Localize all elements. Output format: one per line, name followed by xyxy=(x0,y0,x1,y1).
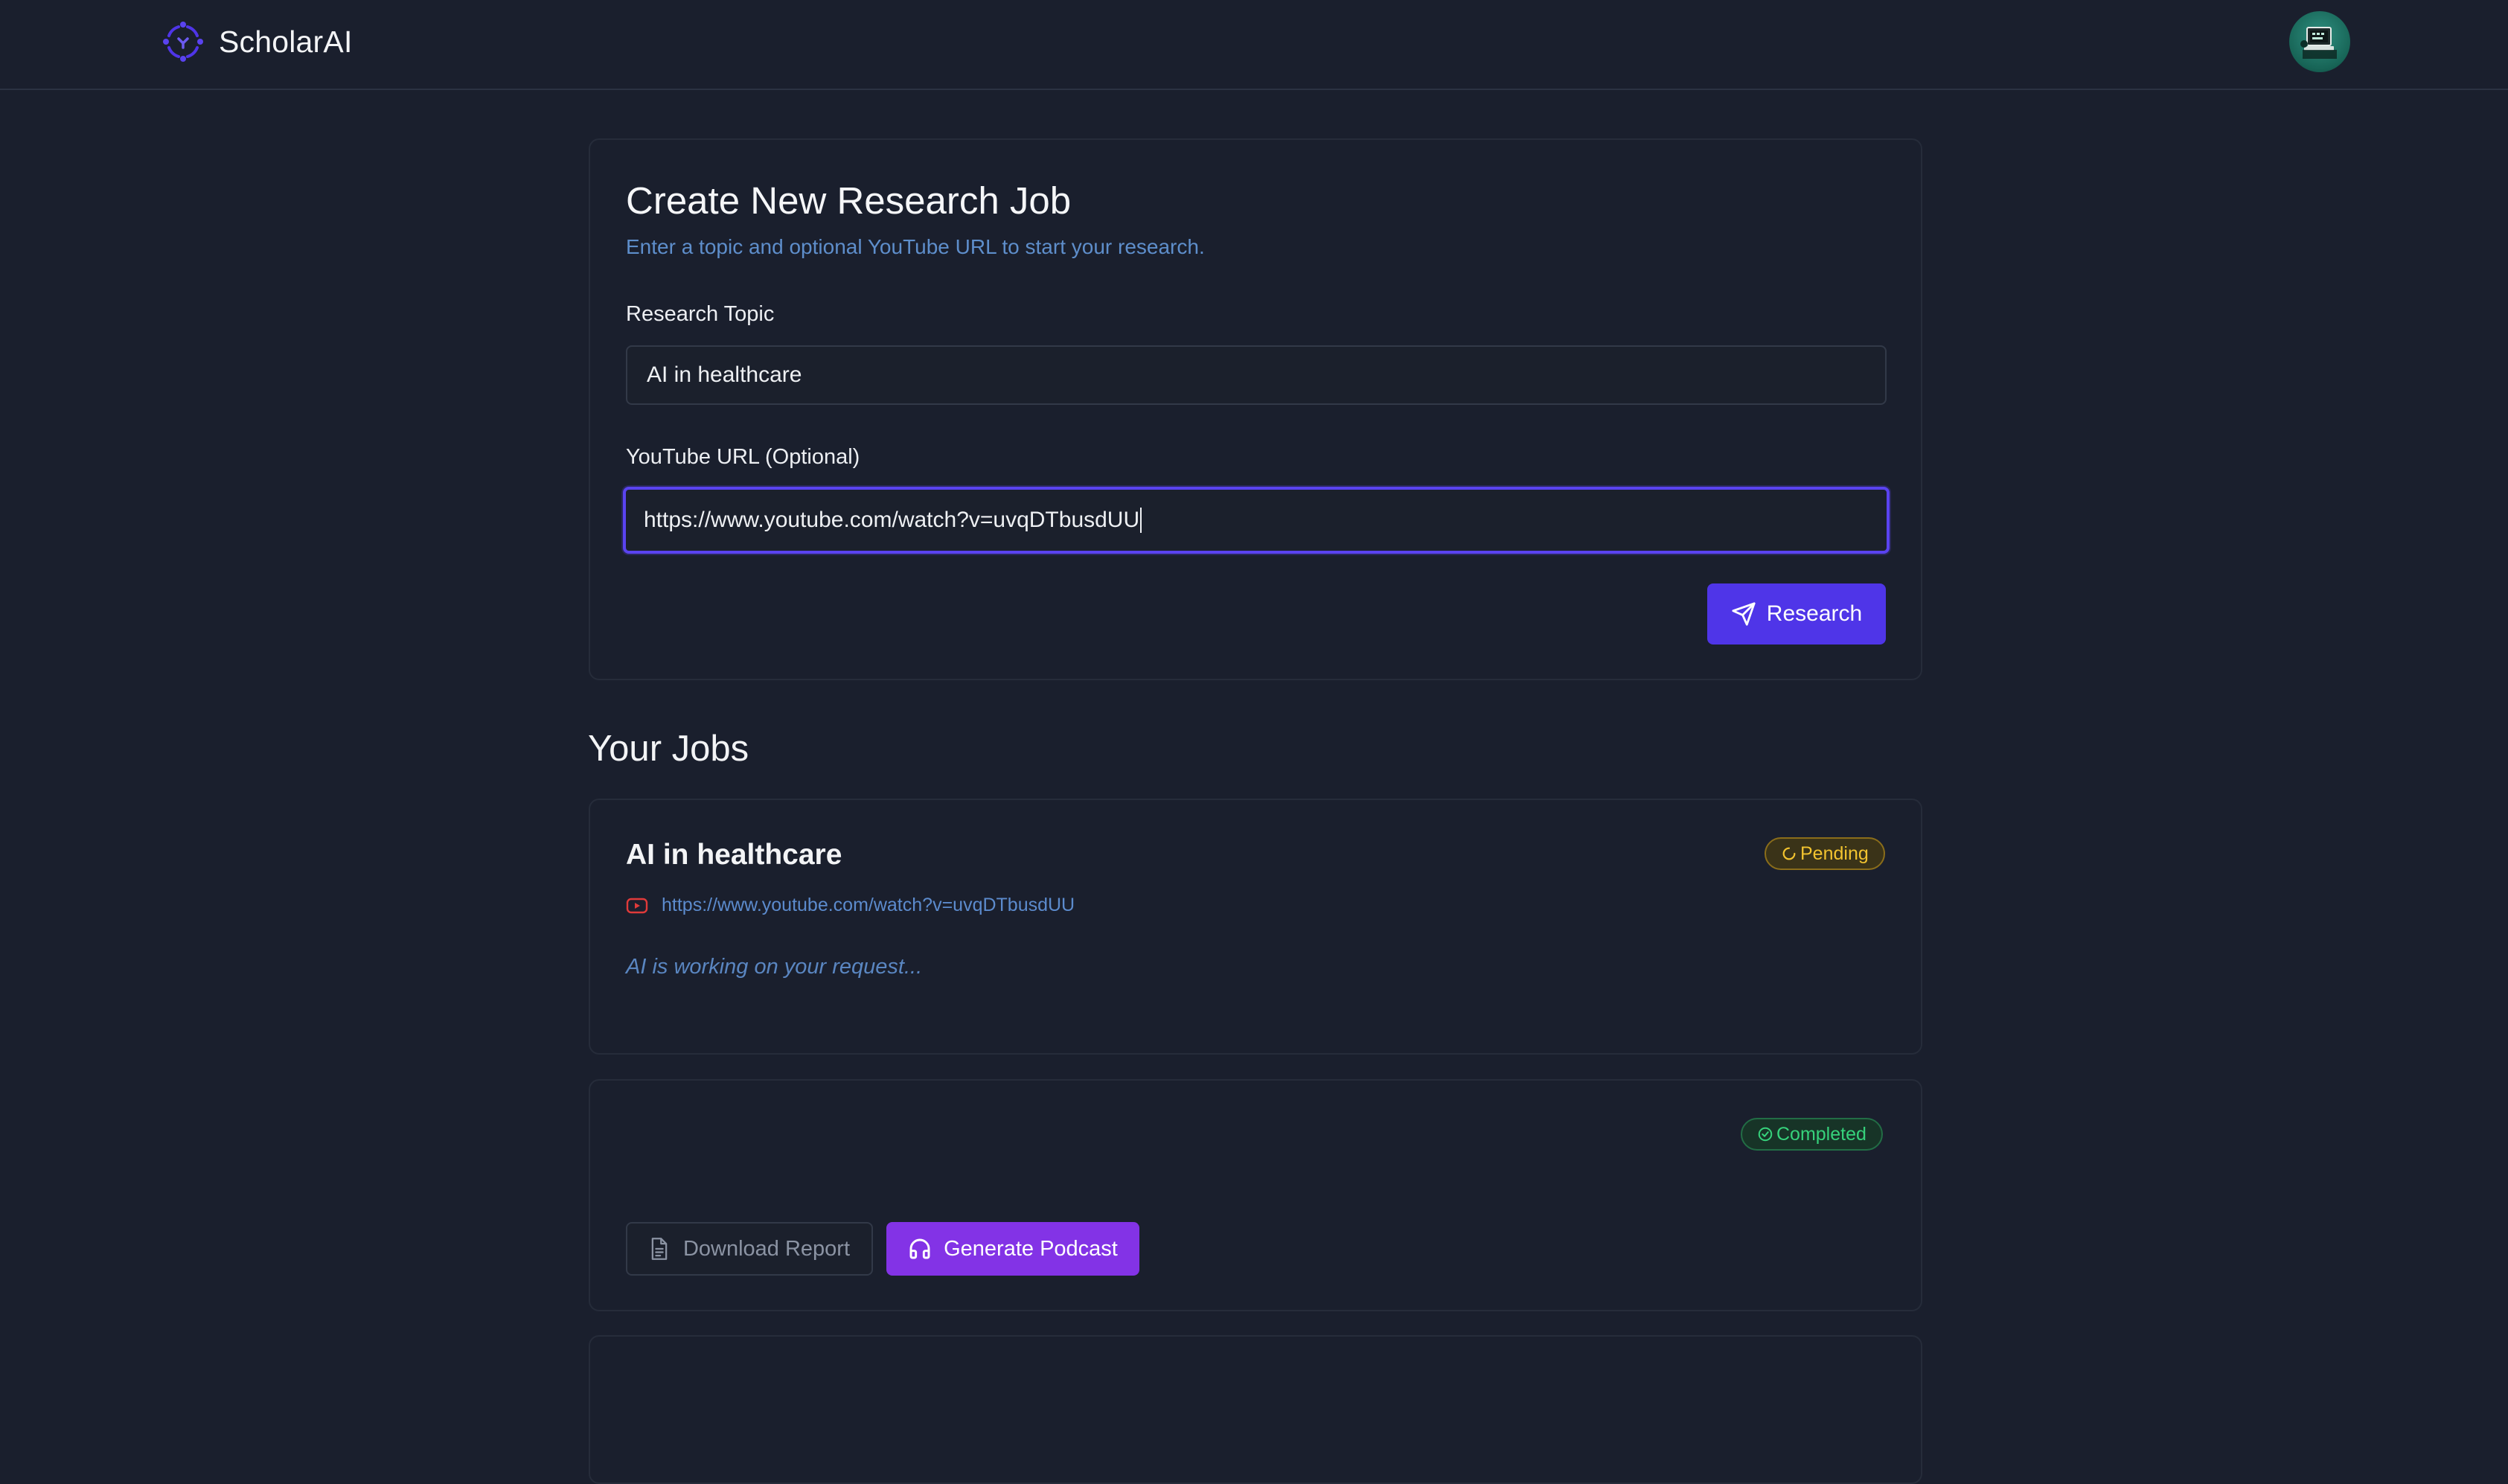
status-badge-completed: Completed xyxy=(1741,1118,1883,1151)
generate-podcast-button[interactable]: Generate Podcast xyxy=(886,1222,1139,1276)
generate-podcast-label: Generate Podcast xyxy=(944,1236,1118,1261)
file-icon xyxy=(651,1238,668,1260)
scholarai-logo-icon xyxy=(163,22,203,62)
job-card xyxy=(589,1335,1922,1484)
job-card: AI in healthcare Pending https://www.you… xyxy=(589,799,1922,1055)
job-progress-note: AI is working on your request... xyxy=(626,955,923,979)
youtube-url-input[interactable]: https://www.youtube.com/watch?v=uvqDTbus… xyxy=(623,487,1890,554)
research-topic-input[interactable]: AI in healthcare xyxy=(626,345,1887,405)
spinner-icon xyxy=(1782,847,1796,860)
app-name: ScholarAI xyxy=(219,24,353,59)
research-topic-label: Research Topic xyxy=(626,302,775,326)
send-icon xyxy=(1732,602,1756,626)
status-badge-pending: Pending xyxy=(1765,837,1885,870)
your-jobs-heading: Your Jobs xyxy=(588,729,749,769)
status-text: Completed xyxy=(1776,1123,1866,1145)
youtube-url-value: https://www.youtube.com/watch?v=uvqDTbus… xyxy=(644,508,1140,532)
youtube-icon xyxy=(626,898,648,913)
brand-logo[interactable]: ScholarAI xyxy=(162,21,353,63)
research-topic-value: AI in healthcare xyxy=(647,362,802,387)
job-card: Completed Download Report Generate Podca… xyxy=(589,1079,1922,1311)
top-nav: ScholarAI xyxy=(0,0,2508,90)
create-job-card: Create New Research Job Enter a topic an… xyxy=(589,138,1922,680)
youtube-url-label: YouTube URL (Optional) xyxy=(626,445,860,469)
research-button-label: Research xyxy=(1766,601,1863,626)
user-avatar[interactable] xyxy=(2289,11,2350,72)
job-video-link[interactable]: https://www.youtube.com/watch?v=uvqDTbus… xyxy=(662,895,1075,916)
check-circle-icon xyxy=(1758,1127,1773,1142)
download-report-label: Download Report xyxy=(682,1236,851,1261)
headphones-icon xyxy=(909,1238,930,1259)
job-video-link-row: https://www.youtube.com/watch?v=uvqDTbus… xyxy=(626,895,1075,916)
status-text: Pending xyxy=(1800,842,1869,864)
create-job-title: Create New Research Job xyxy=(626,179,1072,222)
download-report-button[interactable]: Download Report xyxy=(626,1222,873,1276)
research-submit-button[interactable]: Research xyxy=(1707,583,1886,645)
text-caret xyxy=(1140,508,1142,533)
create-job-subtitle: Enter a topic and optional YouTube URL t… xyxy=(626,235,1205,258)
avatar-image xyxy=(2300,27,2337,59)
job-title: AI in healthcare xyxy=(626,839,842,871)
